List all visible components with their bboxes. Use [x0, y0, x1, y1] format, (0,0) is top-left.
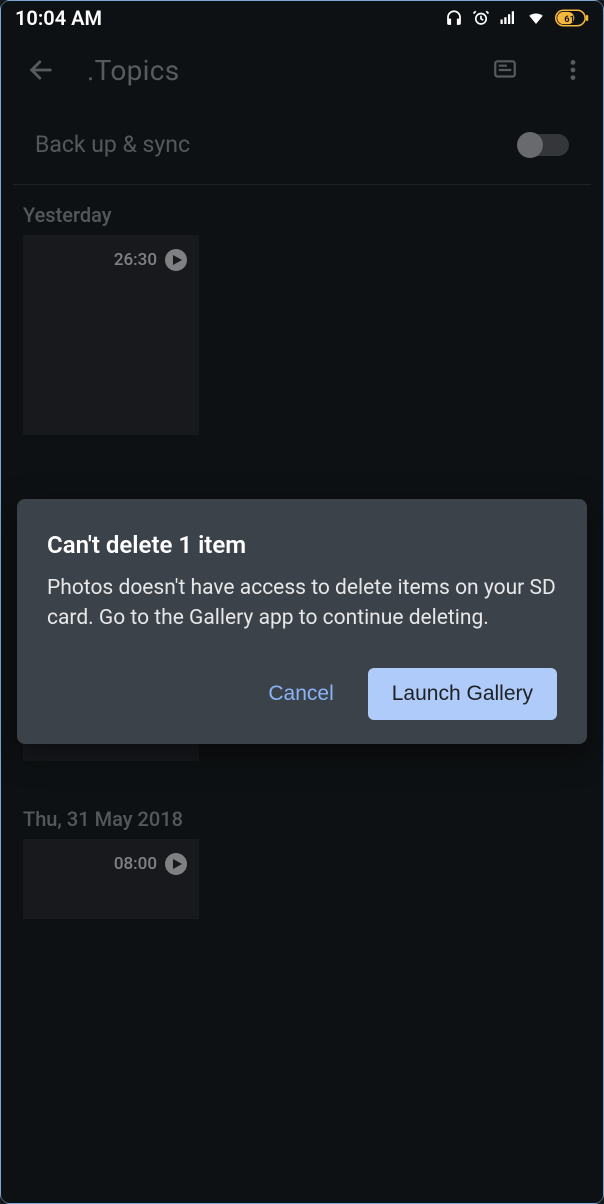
headphone-icon [445, 9, 463, 27]
dialog-actions: Cancel Launch Gallery [47, 668, 557, 720]
section-yesterday: Yesterday 26:30 [1, 185, 603, 435]
play-icon [165, 249, 187, 271]
dialog-title: Can't delete 1 item [47, 531, 557, 559]
delete-error-dialog: Can't delete 1 item Photos doesn't have … [17, 499, 587, 744]
video-thumbnail[interactable]: 26:30 [23, 235, 199, 435]
app-bar: .Topics [1, 35, 603, 105]
backup-sync-row[interactable]: Back up & sync [13, 105, 591, 185]
dialog-body: Photos doesn't have access to delete ite… [47, 573, 557, 634]
alarm-icon [472, 9, 490, 27]
launch-gallery-button[interactable]: Launch Gallery [368, 668, 557, 720]
signal-icon [499, 9, 517, 27]
backup-sync-label: Back up & sync [35, 131, 190, 158]
status-icons: 61 [445, 9, 589, 27]
cancel-button[interactable]: Cancel [260, 672, 341, 716]
backup-sync-toggle[interactable] [519, 134, 569, 156]
status-time: 10:04 AM [15, 6, 102, 30]
duration-text: 26:30 [114, 250, 157, 270]
play-icon [165, 853, 187, 875]
duration-text: 08:00 [114, 854, 157, 874]
svg-text:61: 61 [564, 14, 575, 25]
page-title: .Topics [87, 54, 459, 87]
more-icon[interactable] [551, 48, 595, 92]
video-duration: 26:30 [114, 249, 187, 271]
section-header: Yesterday [23, 203, 581, 227]
video-duration: 08:00 [114, 853, 187, 875]
video-thumbnail[interactable]: 08:00 [23, 839, 199, 919]
wifi-icon [526, 9, 546, 27]
battery-icon: 61 [555, 9, 589, 27]
slideshow-icon[interactable] [483, 48, 527, 92]
section-header: Thu, 31 May 2018 [23, 807, 581, 831]
status-bar: 10:04 AM [1, 1, 603, 35]
section-may-2018: Thu, 31 May 2018 08:00 [1, 789, 603, 919]
back-button[interactable] [19, 48, 63, 92]
